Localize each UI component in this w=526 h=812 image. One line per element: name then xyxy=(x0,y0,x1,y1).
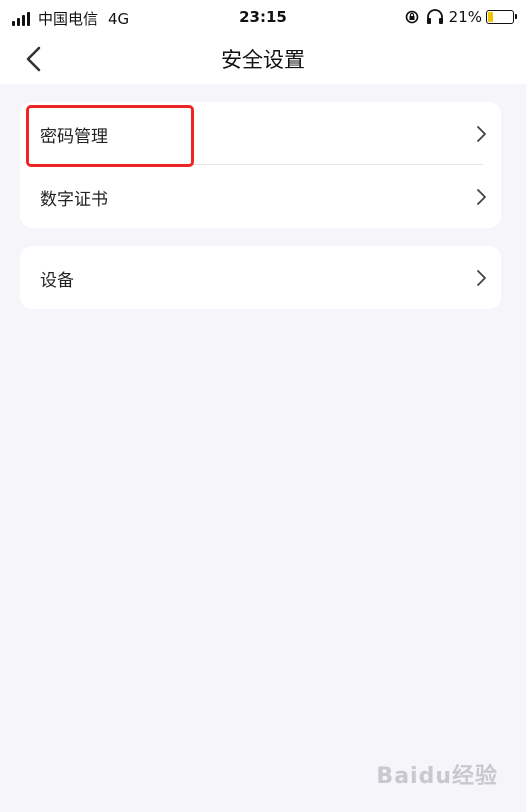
battery-percent: 21% xyxy=(448,8,482,26)
row-label: 设备 xyxy=(40,271,74,291)
highlight-box xyxy=(26,105,194,167)
battery-fill xyxy=(488,12,494,22)
settings-group-2: 设备 xyxy=(20,246,501,309)
settings-row-device[interactable]: 设备 xyxy=(20,246,501,309)
chevron-right-icon xyxy=(477,126,486,142)
chevron-right-icon xyxy=(477,270,486,286)
headphones-icon xyxy=(426,9,443,24)
watermark: Baidu经验 xyxy=(376,764,498,789)
chevron-right-icon xyxy=(477,189,486,205)
row-label: 数字证书 xyxy=(40,190,108,210)
nav-bar: 安全设置 xyxy=(0,34,526,84)
rotation-lock-icon xyxy=(405,10,418,24)
status-bar: 中国电信 4G 23:15 21% xyxy=(0,0,526,34)
status-right: 21% xyxy=(404,8,517,26)
page-title: 安全设置 xyxy=(221,48,305,72)
battery-icon xyxy=(486,10,517,24)
settings-row-certificate[interactable]: 数字证书 xyxy=(20,165,501,228)
